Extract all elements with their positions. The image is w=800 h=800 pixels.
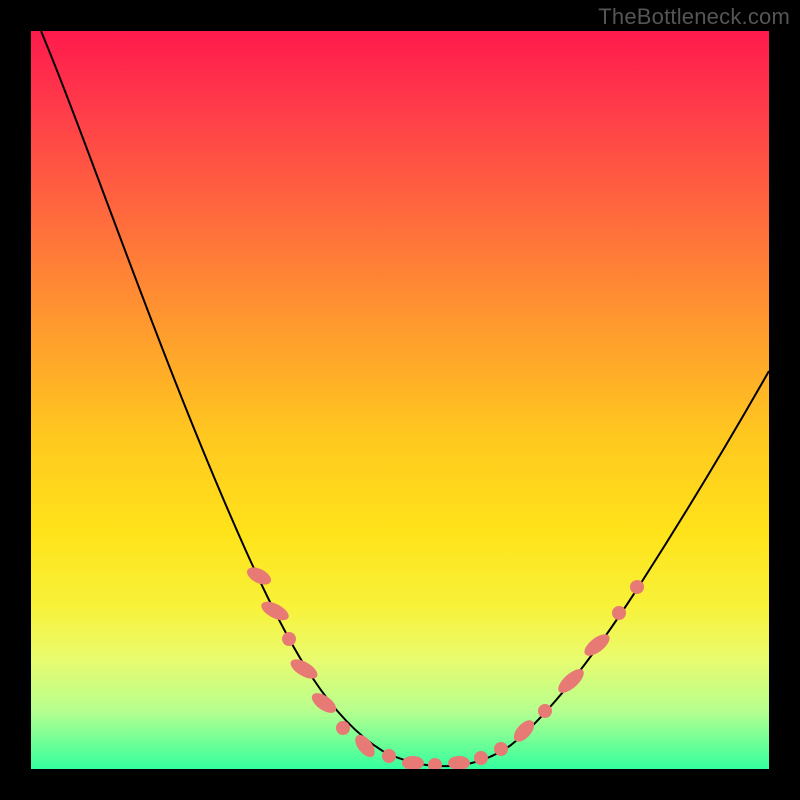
marker-dot xyxy=(538,704,552,718)
marker-dot xyxy=(581,630,613,660)
bottleneck-curve xyxy=(41,31,769,766)
marker-dot xyxy=(494,742,508,756)
marker-dot xyxy=(448,756,470,769)
marker-dot xyxy=(258,598,291,624)
marker-dot xyxy=(428,758,442,769)
chart-plot-area xyxy=(31,31,769,769)
bottleneck-curve-svg xyxy=(31,31,769,769)
marker-dot xyxy=(474,751,488,765)
marker-dot xyxy=(612,606,626,620)
marker-dot xyxy=(402,756,424,769)
watermark-text: TheBottleneck.com xyxy=(598,4,790,30)
marker-dot xyxy=(288,655,321,682)
marker-dot xyxy=(630,580,644,594)
marker-dot xyxy=(282,632,296,646)
marker-dot xyxy=(336,721,350,735)
marker-dot xyxy=(554,665,587,697)
marker-dot xyxy=(244,564,274,588)
marker-dot xyxy=(382,749,396,763)
